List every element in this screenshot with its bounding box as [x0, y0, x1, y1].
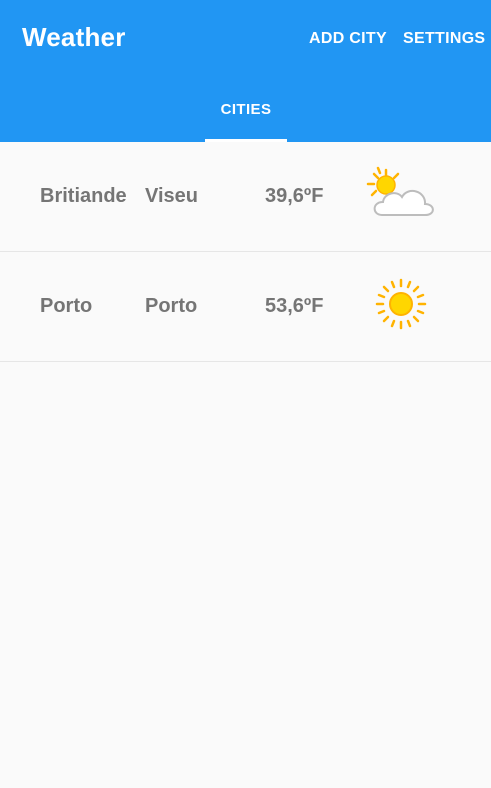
partly-cloudy-icon	[362, 164, 438, 224]
city-region: Porto	[145, 295, 198, 317]
tab-cities-label: CITIES	[220, 101, 272, 118]
app-title: Weather	[22, 22, 126, 52]
settings-button[interactable]: SETTINGS	[403, 30, 485, 48]
add-city-button[interactable]: ADD CITY	[309, 30, 387, 48]
city-list: Britiande Viseu 39,6ºF Porto Porto 53,6º…	[0, 142, 491, 362]
city-row-porto[interactable]: Porto Porto 53,6ºF	[0, 252, 491, 362]
city-region: Viseu	[145, 185, 198, 207]
city-name: Britiande	[40, 185, 127, 207]
city-row-britiande[interactable]: Britiande Viseu 39,6ºF	[0, 142, 491, 252]
sunny-icon	[362, 274, 438, 334]
city-name: Porto	[40, 295, 93, 317]
city-temperature: 39,6ºF	[265, 185, 324, 207]
app-bar: Weather ADD CITY SETTINGS CITIES	[0, 0, 491, 142]
city-temperature: 53,6ºF	[265, 295, 324, 317]
tab-cities[interactable]: CITIES	[205, 88, 287, 142]
